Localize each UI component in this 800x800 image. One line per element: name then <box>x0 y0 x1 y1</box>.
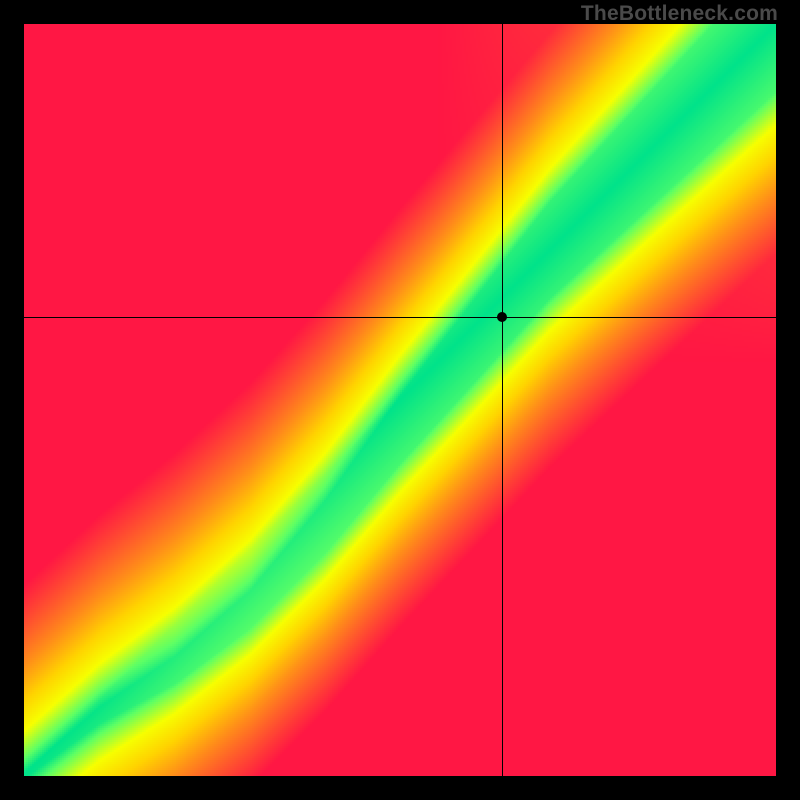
watermark-text: TheBottleneck.com <box>581 2 778 26</box>
crosshair-horizontal <box>24 317 776 318</box>
plot-area <box>24 24 776 776</box>
chart-frame: TheBottleneck.com <box>0 0 800 800</box>
marker-dot <box>497 312 507 322</box>
heatmap-canvas <box>24 24 776 776</box>
crosshair-vertical <box>502 24 503 776</box>
